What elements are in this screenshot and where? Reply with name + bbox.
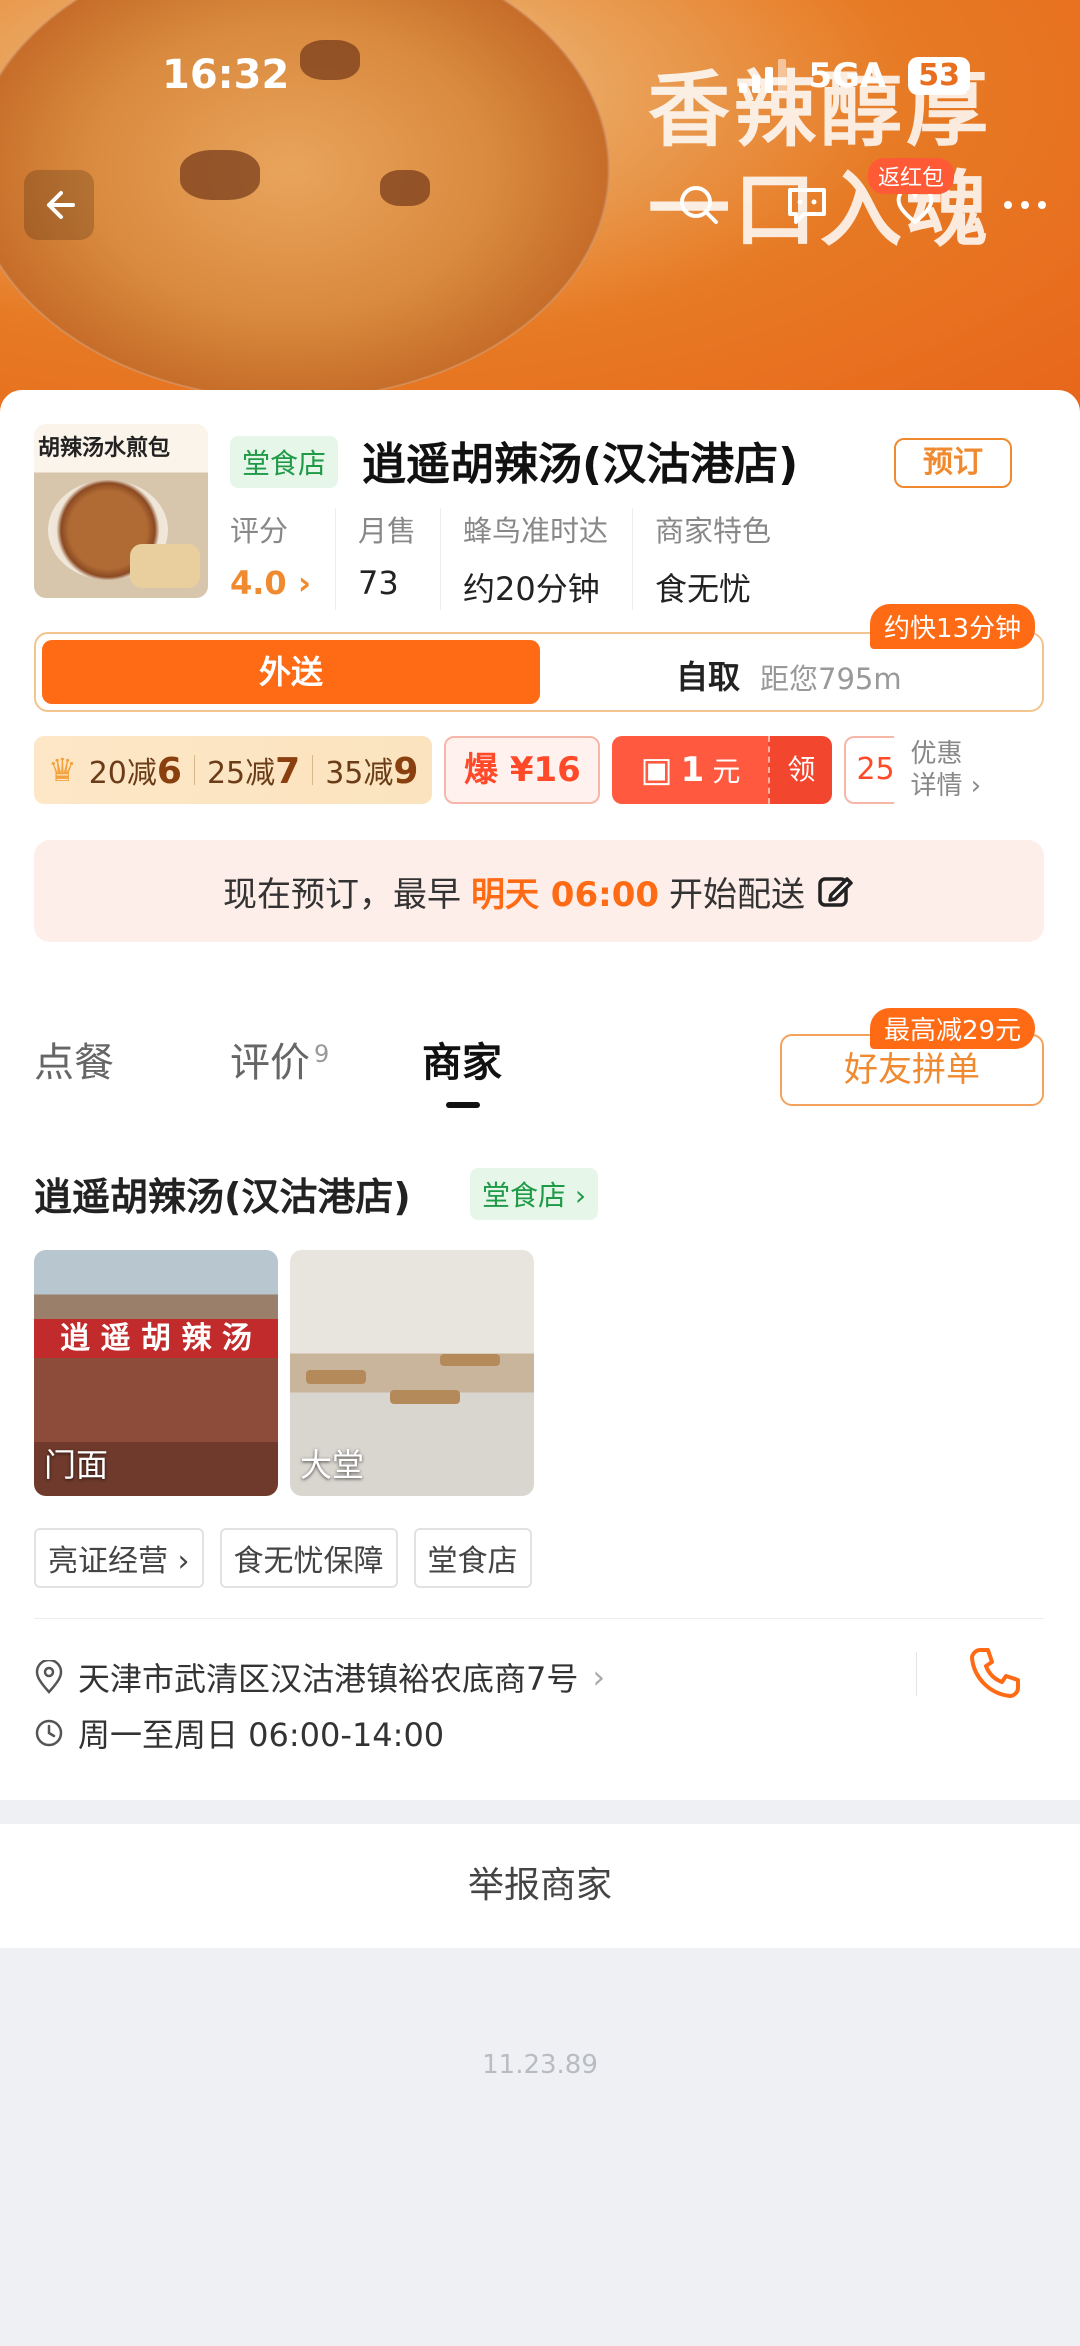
photo-caption: 门面 [44,1446,109,1484]
stat-label: 评分 [230,514,289,548]
shop-type-tag: 堂食店 [230,436,339,488]
stat-label: 月售 [358,514,417,548]
mode-pickup-button[interactable]: 自取 [676,652,740,698]
divider [34,1618,1044,1619]
preorder-notice: 现在预订，最早 明天 06:00 开始配送 [34,840,1044,942]
call-button[interactable] [966,1644,1024,1706]
tab-order[interactable]: 点餐 [34,1030,114,1088]
status-indicators: 5GA 53 [739,56,970,96]
faster-tag: 约快13分钟 [870,604,1036,649]
network-label: 5GA [808,56,887,96]
claim-coupon-button[interactable]: 领 [768,736,833,804]
redpacket-tag: 返红包 [868,158,955,194]
shop-logo[interactable]: 胡辣汤水煎包 [34,424,208,598]
report-merchant-button[interactable]: 举报商家 [0,1824,1080,1948]
stat-label: 商家特色 [655,514,772,548]
promotion-row: ♛ 20减6 25减7 35减9 爆 ¥16 ▣ 1元 领 25 优惠 详情 › [34,736,981,804]
promo-item: 25减7 [206,751,301,792]
shop-name: 逍遥胡辣汤(汉沽港店) [362,439,799,490]
shop-card: 胡辣汤水煎包 堂食店 逍遥胡辣汤(汉沽港店) 预订 评分 4.0 › 月售 73… [0,390,1080,1800]
partial-promo[interactable]: 25 [844,736,895,804]
stat-value: 约20分钟 [463,570,600,608]
more-button[interactable] [990,170,1060,240]
stat-monthly-sales: 月售 73 [358,508,442,610]
stat-value: 食无忧 [655,570,752,608]
crown-icon: ♛ [48,751,77,789]
stat-feature: 商家特色 食无忧 [655,508,795,610]
more-dots-icon [1004,201,1046,209]
clock-icon [35,1719,63,1747]
app-version: 11.23.89 [482,2050,598,2080]
promo-item: 20减6 [88,751,182,792]
phone-icon [970,1648,1020,1698]
table-shape [390,1390,460,1404]
reserve-button[interactable]: 预订 [894,438,1012,488]
divider [916,1652,917,1696]
merchant-chips: 亮证经营 › 食无忧保障 堂食店 [34,1528,532,1588]
full-reduction-promo[interactable]: ♛ 20减6 25减7 35减9 [34,736,433,804]
coupon-icon: ▣ [640,750,673,790]
merchant-type-tag[interactable]: 堂食店 › [470,1168,599,1220]
stat-value: 73 [358,564,399,602]
mode-delivery-button[interactable]: 外送 [42,640,540,704]
stat-value: 4.0 › [230,564,312,602]
shop-stats: 评分 4.0 › 月售 73 蜂鸟准时达 约20分钟 商家特色 食无忧 [230,508,817,610]
stat-rating[interactable]: 评分 4.0 › [230,508,337,610]
group-discount-tag: 最高减29元 [870,1008,1036,1049]
status-time: 16:32 [162,52,290,98]
signal-icon [739,59,787,93]
message-button[interactable] [772,170,842,240]
stat-label: 蜂鸟准时达 [463,514,609,548]
promo-details-link[interactable]: 优惠 详情 › [910,738,981,802]
back-arrow-icon [47,191,75,219]
table-shape [440,1354,500,1366]
active-tab-indicator [446,1102,480,1108]
chat-icon [788,188,826,224]
table-shape [306,1370,366,1384]
hot-deal-promo[interactable]: 爆 ¥16 [444,736,601,804]
hours-row: 周一至周日 06:00-14:00 [34,1710,444,1756]
photo-caption: 大堂 [300,1446,365,1484]
logo-text: 胡辣汤水煎包 [38,436,171,461]
soup-ingredient [380,170,430,206]
soup-ingredient [180,150,260,200]
tab-merchant[interactable]: 商家 [422,1030,502,1088]
tab-reviews[interactable]: 评价 9 [230,1030,329,1088]
storefront-photo[interactable]: 逍 遥 胡 辣 汤 门面 [34,1250,278,1496]
address-row[interactable]: 天津市武清区汉沽港镇裕农底商7号 › [34,1654,605,1700]
stat-delivery-time: 蜂鸟准时达 约20分钟 [463,508,634,610]
address-text: 天津市武清区汉沽港镇裕农底商7号 [78,1660,579,1698]
battery-icon: 53 [908,57,970,95]
search-button[interactable] [664,170,734,240]
logo-bun-image [130,544,200,588]
soup-ingredient [300,40,360,80]
hours-text: 周一至周日 06:00-14:00 [78,1716,445,1754]
pickup-distance: 距您795m [760,662,902,696]
hero-banner: 香辣醇厚 一口入魂 16:32 5GA 53 返红包 [0,0,1080,420]
hall-photo[interactable]: 大堂 [290,1250,534,1496]
promo-item: 35减9 [325,751,419,792]
search-icon [680,186,718,224]
location-icon [35,1660,63,1694]
back-button[interactable] [24,170,94,240]
edit-icon[interactable] [815,871,855,911]
chip-guarantee: 食无忧保障 [219,1528,398,1588]
chevron-right-icon: › [592,1658,606,1696]
coupon-amount: ▣ 1元 [612,736,769,804]
coupon-promo[interactable]: ▣ 1元 领 [612,736,833,804]
chip-dinein: 堂食店 [413,1528,532,1588]
chip-license[interactable]: 亮证经营 › [34,1528,204,1588]
storefront-sign: 逍 遥 胡 辣 汤 [60,1321,252,1356]
merchant-name: 逍遥胡辣汤(汉沽港店) [34,1175,411,1219]
